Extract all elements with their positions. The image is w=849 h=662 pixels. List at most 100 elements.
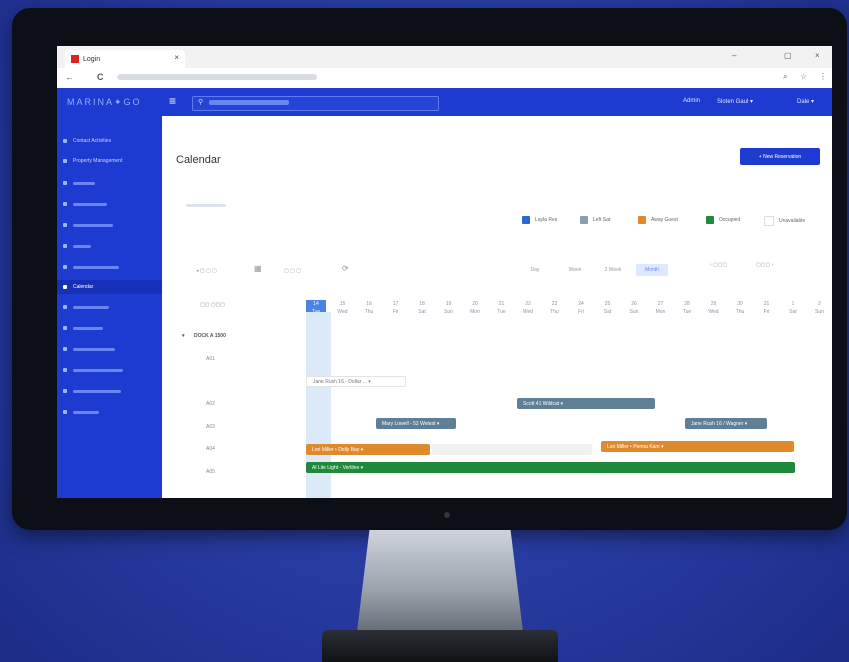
date-header-cell[interactable]: 18 Sat xyxy=(412,300,432,316)
main-content: Calendar + New Reservation Layla Res Lef… xyxy=(162,116,832,498)
view-month[interactable]: Month xyxy=(636,264,668,276)
date-header-cell[interactable]: 31 Fri xyxy=(757,300,777,316)
date-header-cell[interactable]: 16 Thu xyxy=(359,300,379,316)
header-link-admin[interactable]: Admin xyxy=(683,98,700,104)
reservation-event[interactable]: Scott 41 Wildcat ▾ xyxy=(517,398,655,409)
sidebar-item-calendar[interactable]: Calendar xyxy=(57,280,162,294)
sidebar-item-contacts[interactable]: Contact Activities xyxy=(63,136,111,146)
date-header-cell[interactable]: 17 Fri xyxy=(386,300,406,316)
monitor-stand-base xyxy=(322,630,558,662)
menu-dots-icon[interactable]: ⋮ xyxy=(819,72,827,81)
sidebar-item-property[interactable]: Property Management xyxy=(63,156,122,166)
legend-item[interactable]: Occupied xyxy=(706,216,740,224)
search-box[interactable]: ⚲ xyxy=(192,96,439,111)
sidebar-subitem[interactable] xyxy=(63,302,109,312)
sidebar-subitem[interactable] xyxy=(63,386,121,396)
browser-tabbar: Login × – ▢ × xyxy=(57,46,832,68)
tab-title: Login xyxy=(83,55,101,63)
sidebar-subitem[interactable] xyxy=(63,344,115,354)
back-icon[interactable]: ← xyxy=(65,72,74,82)
reservation-event[interactable]: Lori Miller • Dolly Bay ▾ xyxy=(306,444,430,455)
view-2week[interactable]: 2 Week xyxy=(598,264,628,276)
view-day[interactable]: Day xyxy=(524,264,546,276)
new-reservation-button[interactable]: + New Reservation xyxy=(740,148,820,165)
favicon-icon xyxy=(71,55,79,63)
checkbox-icon[interactable] xyxy=(706,216,714,224)
date-header-cell[interactable]: 15 Wed xyxy=(333,300,353,316)
monitor-logo xyxy=(444,512,450,518)
date-header-cell[interactable]: 28 Tue xyxy=(677,300,697,316)
legend-item[interactable]: Unavailable xyxy=(764,216,805,226)
url-field[interactable] xyxy=(117,74,317,80)
date-header-cell[interactable]: 24 Fri xyxy=(571,300,591,316)
browser-addressbar: ← C ⌕ ☆ ⋮ xyxy=(57,68,832,89)
header-link-dale[interactable]: Dale ▾ xyxy=(797,98,814,105)
date-field[interactable]: ▢ ▢ ▢ xyxy=(284,268,301,274)
reservation-event[interactable]: Lori Miller • Perma Kam ▾ xyxy=(601,441,794,452)
reservation-event[interactable]: Jane Rush 16 - Dollar ... ▾ xyxy=(306,376,406,387)
date-header-cell[interactable]: 19 Sun xyxy=(439,300,459,316)
prev-period-button[interactable]: ◂ ▢ ▢ ▢ xyxy=(196,268,217,274)
reload-icon[interactable]: C xyxy=(97,72,104,82)
group-expand-icon[interactable]: ▾ xyxy=(182,333,185,339)
checkbox-icon[interactable] xyxy=(638,216,646,224)
refresh-icon[interactable]: ⟳ xyxy=(342,264,349,273)
sidebar-subitem[interactable] xyxy=(63,407,99,417)
row-label: A02 xyxy=(206,401,215,407)
date-header-cell[interactable]: 29 Wed xyxy=(704,300,724,316)
date-header-cell[interactable]: 1 Sat xyxy=(783,300,803,316)
sidebar-subitem[interactable] xyxy=(63,241,91,251)
sidebar-subitem[interactable] xyxy=(63,323,103,333)
window-close-icon[interactable]: × xyxy=(815,51,820,60)
reservation-event[interactable]: Al Lite Light - Vertline ▾ xyxy=(306,462,795,473)
date-header-cell[interactable]: 23 Thu xyxy=(545,300,565,316)
sidebar-subitem[interactable] xyxy=(63,262,119,272)
minimize-icon[interactable]: – xyxy=(732,51,736,60)
browser-tab[interactable]: Login × xyxy=(65,50,185,68)
sidebar-subitem[interactable] xyxy=(63,199,107,209)
app-header: MARINA✦GO ≡ ⚲ Admin Sloten Gaul ▾ Dale ▾ xyxy=(57,88,832,116)
date-header-cell[interactable]: 20 Mon xyxy=(465,300,485,316)
sidebar-subitem[interactable] xyxy=(63,365,123,375)
star-icon[interactable]: ☆ xyxy=(800,72,807,81)
reservation-event[interactable]: Mary Lowell - 52 Wetest ▾ xyxy=(376,418,456,429)
date-header-cell[interactable]: 2 Sun xyxy=(810,300,830,316)
group-filter-icon[interactable]: ▢▢ ▢▢▢ xyxy=(200,302,225,308)
search-input[interactable] xyxy=(209,100,289,105)
tab-close-icon[interactable]: × xyxy=(174,53,179,62)
next-arrow-icon[interactable]: ▢▢▢ › xyxy=(756,262,773,268)
date-header-cell[interactable]: 30 Thu xyxy=(730,300,750,316)
sidebar-subitem[interactable] xyxy=(63,178,95,188)
header-link-user[interactable]: Sloten Gaul ▾ xyxy=(717,98,753,105)
maximize-icon[interactable]: ▢ xyxy=(784,51,792,60)
group-label: DOCK A 1500 xyxy=(194,333,226,339)
contacts-icon xyxy=(63,139,67,143)
sidebar-item-label: Calendar xyxy=(73,284,94,290)
checkbox-icon[interactable] xyxy=(522,216,530,224)
calendar-icon xyxy=(63,285,67,289)
date-header-cell[interactable]: 21 Tue xyxy=(492,300,512,316)
sidebar-subitem[interactable] xyxy=(63,220,113,230)
date-header-cell[interactable]: 25 Sat xyxy=(598,300,618,316)
prev-arrow-icon[interactable]: ‹ ▢▢▢ xyxy=(710,262,727,268)
legend-item[interactable]: Left Sat xyxy=(580,216,610,224)
date-header-cell[interactable]: 22 Wed xyxy=(518,300,538,316)
search-icon: ⚲ xyxy=(198,99,204,106)
sidebar-item-label: Contact Activities xyxy=(73,138,112,144)
monitor-bezel: Login × – ▢ × ← C ⌕ ☆ ⋮ MARINA✦GO ≡ ⚲ Ad… xyxy=(12,8,847,530)
date-header-cell[interactable]: 27 Mon xyxy=(651,300,671,316)
checkbox-icon[interactable] xyxy=(580,216,588,224)
hamburger-icon[interactable]: ≡ xyxy=(169,94,176,108)
reservation-event[interactable]: Jane Rush 16 / Wagner ▾ xyxy=(685,418,767,429)
calendar-picker-icon[interactable]: ▦ xyxy=(254,264,262,273)
checkbox-icon[interactable] xyxy=(764,216,774,226)
date-header-cell[interactable]: 26 Sun xyxy=(624,300,644,316)
zoom-icon[interactable]: ⌕ xyxy=(783,72,787,82)
monitor-stand-neck xyxy=(356,530,524,640)
legend-item[interactable]: Layla Res xyxy=(522,216,557,224)
legend-item[interactable]: Away Guest xyxy=(638,216,678,224)
sidebar-item-label: Property Management xyxy=(73,158,123,164)
app-logo[interactable]: MARINA✦GO xyxy=(67,97,142,108)
view-week[interactable]: Week xyxy=(562,264,588,276)
screen: Login × – ▢ × ← C ⌕ ☆ ⋮ MARINA✦GO ≡ ⚲ Ad… xyxy=(57,46,832,498)
